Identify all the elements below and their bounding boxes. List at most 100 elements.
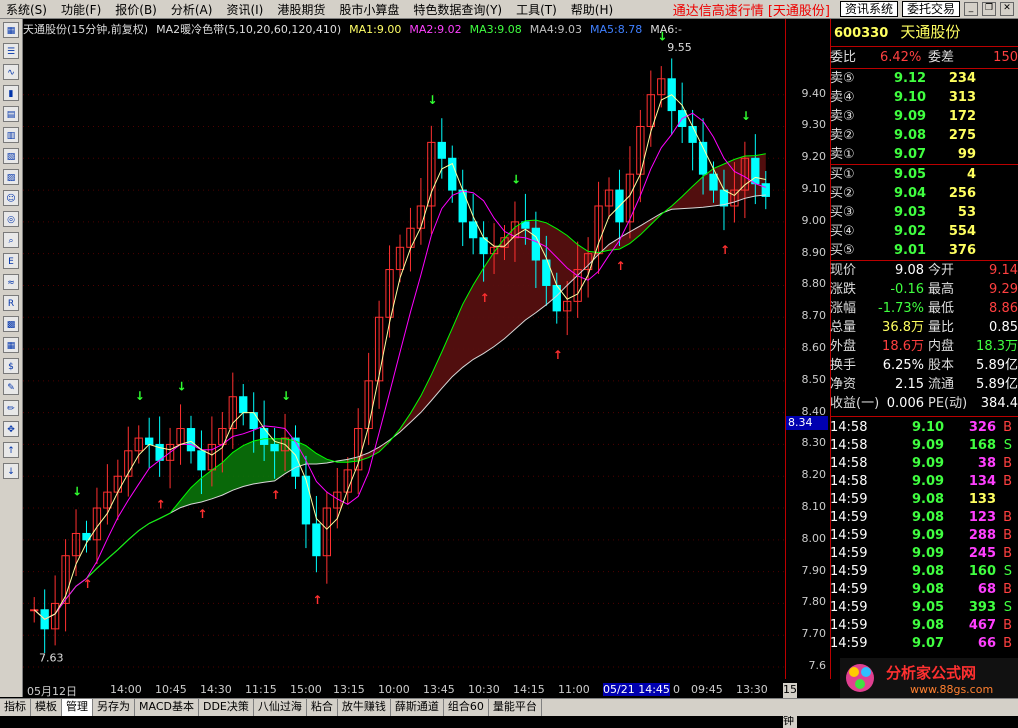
pencil-icon[interactable]: ✏ [3, 400, 19, 416]
time-axis: 05月12日 14:00 10:45 14:30 11:15 15:00 13:15 10:0… [23, 683, 797, 728]
tab-3[interactable]: 另存为 [93, 699, 135, 716]
tick-direction: B [1003, 546, 1012, 561]
stat-label: 净资 [830, 377, 857, 392]
tab-2[interactable]: 管理 [62, 699, 93, 716]
buy-signal-arrow: ↑ [480, 291, 490, 305]
bids-price: 9.01 [894, 243, 927, 258]
tab-7[interactable]: 粘合 [307, 699, 338, 716]
asks-volume: 275 [948, 128, 976, 143]
tools-icon[interactable]: ✎ [3, 379, 19, 395]
tick-row: 14:58 9.09 38 B [830, 455, 1018, 473]
stat-value: 9.08 [895, 263, 924, 278]
etf-icon[interactable]: E [3, 253, 19, 269]
restore-icon[interactable]: ❐ [982, 2, 996, 16]
weicha-value: 150 [993, 50, 1018, 65]
table2-icon[interactable]: ▦ [3, 337, 19, 353]
doc-icon[interactable]: ▧ [3, 148, 19, 164]
bids-price: 9.04 [894, 186, 927, 201]
time-tick: 13:30 [736, 683, 768, 696]
candle-body [709, 173, 718, 191]
menu-tools[interactable]: 工具(T) [510, 1, 565, 18]
asks-price: 9.10 [894, 90, 927, 105]
bids-volume: 376 [948, 243, 976, 258]
tick-time: 14:59 [830, 510, 868, 525]
sell-signal-arrow: ↓ [135, 389, 145, 403]
table-icon[interactable]: ▤ [3, 106, 19, 122]
menu-function[interactable]: 功能(F) [55, 1, 109, 18]
chart-tool-icon[interactable]: ◎ [3, 211, 19, 227]
tick-row: 14:59 9.09 288 B [830, 527, 1018, 545]
stock-name: 天通股份 [900, 23, 961, 41]
report-icon[interactable]: ▥ [3, 127, 19, 143]
price-tick: 8.60 [801, 341, 827, 355]
menu-help[interactable]: 帮助(H) [565, 1, 621, 18]
low-label: 7.63 [39, 651, 64, 664]
move-icon[interactable]: ✥ [3, 421, 19, 437]
tick-time: 14:59 [830, 492, 868, 507]
line-chart-icon[interactable]: ∿ [3, 64, 19, 80]
menu-info[interactable]: 资讯(I) [220, 1, 271, 18]
menu-quote[interactable]: 报价(B) [109, 1, 165, 18]
tick-volume: 38 [977, 456, 996, 471]
tab-11[interactable]: 量能平台 [489, 699, 542, 716]
tab-4[interactable]: MACD基本 [135, 699, 199, 716]
wave-icon[interactable]: ≈ [3, 274, 19, 290]
time-tick: 09:45 [691, 683, 723, 696]
stat-label: 换手 [830, 358, 857, 373]
trade-button[interactable]: 委托交易 [901, 1, 960, 17]
tick-volume: 134 [968, 474, 996, 489]
asks-price: 9.07 [894, 147, 927, 162]
time-tick: 14:00 [110, 683, 142, 696]
weibi-label: 委比 [830, 50, 857, 65]
price-tick: 8.00 [801, 531, 827, 545]
tick-price: 9.09 [912, 528, 945, 543]
bars-icon[interactable]: ▩ [3, 316, 19, 332]
tab-10[interactable]: 组合60 [444, 699, 489, 716]
tick-time: 14:58 [830, 420, 868, 435]
stock-code: 600330 [834, 26, 889, 41]
stat-row: 涨幅 -1.73% 最低 8.86 [830, 300, 1018, 318]
tab-0[interactable]: 指标 [0, 699, 31, 716]
close-icon[interactable]: ✕ [1000, 2, 1014, 16]
stat-value: 9.14 [989, 263, 1018, 278]
tick-direction: B [1003, 618, 1012, 633]
down-arrow-icon[interactable]: ↓ [3, 463, 19, 479]
menu-analysis[interactable]: 分析(A) [165, 1, 221, 18]
cold-band [34, 438, 359, 620]
stat-value: 6.25% [882, 358, 924, 373]
tick-row: 14:59 9.07 66 B [830, 635, 1018, 653]
dollar-icon[interactable]: $ [3, 358, 19, 374]
stat-label: 收益(一) [830, 396, 880, 411]
menu-calculator[interactable]: 股市小算盘 [333, 1, 407, 18]
price-chart[interactable]: ↓↑↓↑↓↑↑↓↑↓↑↓↑↑↓↑↓9.557.63 [23, 19, 785, 679]
time-tick: 14:15 [513, 683, 545, 696]
tab-1[interactable]: 模板 [31, 699, 62, 716]
buy-signal-arrow: ↑ [156, 497, 166, 511]
grid-icon[interactable]: ▦ [3, 22, 19, 38]
buy-signal-arrow: ↑ [271, 488, 281, 502]
minimize-icon[interactable]: _ [964, 2, 978, 16]
price-tick: 8.90 [801, 245, 827, 259]
menu-hk-futures[interactable]: 港股期货 [271, 1, 333, 18]
tab-6[interactable]: 八仙过海 [254, 699, 307, 716]
buy-signal-arrow: ↑ [615, 259, 625, 273]
tab-8[interactable]: 放牛赚钱 [338, 699, 391, 716]
candle-icon[interactable]: ▮ [3, 85, 19, 101]
ma1-line [33, 94, 766, 620]
info-system-button[interactable]: 资讯系统 [839, 1, 898, 17]
up-arrow-icon[interactable]: ↑ [3, 442, 19, 458]
list-icon[interactable]: ☰ [3, 43, 19, 59]
menu-special-data[interactable]: 特色数据查询(Y) [407, 1, 510, 18]
stat-row: 净资 2.15 流通 5.89亿 [830, 376, 1018, 394]
menu-system[interactable]: 系统(S) [0, 1, 55, 18]
tab-9[interactable]: 薛斯通道 [391, 699, 444, 716]
stat-value: 2.15 [895, 377, 924, 392]
stat-value: 9.29 [989, 282, 1018, 297]
folder-icon[interactable]: ▨ [3, 169, 19, 185]
bids-label: 买② [830, 186, 855, 201]
tab-5[interactable]: DDE决策 [199, 699, 254, 716]
rsi-icon[interactable]: R [3, 295, 19, 311]
search-icon[interactable]: ⌕ [3, 232, 19, 248]
time-tick: 11:15 [245, 683, 277, 696]
users-icon[interactable]: ☺ [3, 190, 19, 206]
